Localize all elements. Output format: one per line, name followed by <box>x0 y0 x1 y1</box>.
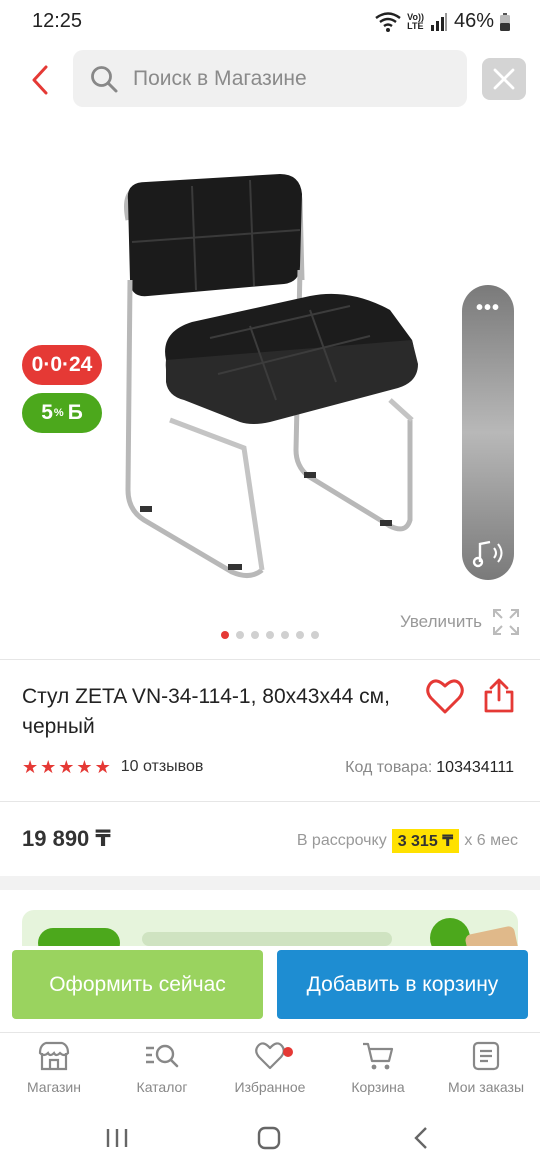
slide-dot[interactable] <box>296 631 304 639</box>
share-button[interactable] <box>482 678 520 718</box>
star-icon: ★ <box>76 757 93 777</box>
zoom-label: Увеличить <box>400 612 482 631</box>
action-bar: Оформить сейчас Добавить в корзину <box>0 946 540 1032</box>
catalog-search-icon <box>146 1044 179 1068</box>
recent-apps-icon <box>106 1129 128 1147</box>
lte-indicator: Vo)) LTE <box>407 11 424 31</box>
nav-label: Каталог <box>136 1079 188 1095</box>
cart-icon <box>363 1042 394 1070</box>
nav-label: Избранное <box>234 1079 306 1095</box>
sku-label: Код товара: <box>345 759 433 776</box>
sku: Код товара: 103434111 <box>345 759 514 777</box>
chevron-left-icon <box>32 65 48 95</box>
nav-label: Мои заказы <box>447 1079 525 1095</box>
nav-favorites[interactable]: Избранное <box>216 1041 324 1095</box>
bonus-badge-pct: % <box>53 407 64 419</box>
search-icon <box>91 65 118 92</box>
slide-dot-active[interactable] <box>221 631 229 639</box>
add-to-cart-button[interactable]: Добавить в корзину <box>277 950 528 1019</box>
product-gallery[interactable]: 0·0·24 5% Б ••• Увеличить <box>0 120 540 650</box>
heart-icon <box>255 1042 285 1070</box>
share-icon <box>484 678 514 713</box>
star-icon: ★ <box>94 757 111 777</box>
star-icon: ★ <box>58 757 75 777</box>
slide-dot[interactable] <box>311 631 319 639</box>
back-system-button[interactable] <box>404 1122 438 1154</box>
promo-text <box>142 932 392 946</box>
nav-cart[interactable]: Корзина <box>324 1041 432 1095</box>
slide-indicator <box>0 631 540 639</box>
music-sound-icon[interactable] <box>472 538 506 568</box>
installment-amount: 3 315 ₸ <box>391 829 460 853</box>
bonus-badge: 5% Б <box>22 393 102 433</box>
favorite-button[interactable] <box>425 678 467 720</box>
search-placeholder: Поиск в Магазине <box>133 66 307 90</box>
section-gap <box>0 876 540 890</box>
orders-icon <box>472 1041 500 1071</box>
reviews-link[interactable]: 10 отзывов <box>121 758 204 776</box>
bonus-badge-value: 5 <box>41 401 53 424</box>
system-navigation <box>0 1106 540 1170</box>
price-section: 19 890 ₸ В рассрочку 3 315 ₸ х 6 мес <box>0 802 540 876</box>
product-image-chair[interactable] <box>100 160 440 580</box>
slide-dot[interactable] <box>281 631 289 639</box>
close-button[interactable] <box>482 58 526 100</box>
notification-dot <box>283 1047 293 1057</box>
nav-orders[interactable]: Мои заказы <box>432 1041 540 1095</box>
status-bar: 12:25 Vo)) LTE 46% <box>0 0 540 42</box>
price: 19 890 ₸ <box>22 826 111 851</box>
status-icons: Vo)) LTE 46% <box>375 10 510 33</box>
home-button[interactable] <box>252 1122 286 1154</box>
installment-prefix: В рассрочку <box>296 832 387 849</box>
star-icon: ★ <box>22 757 39 777</box>
slide-dot[interactable] <box>266 631 274 639</box>
back-button[interactable] <box>22 60 58 100</box>
product-info: Стул ZETA VN-34-114-1, 80х43х44 см, черн… <box>0 660 540 802</box>
rating[interactable]: ★ ★ ★ ★ ★ 10 отзывов <box>22 758 203 776</box>
buy-now-button[interactable]: Оформить сейчас <box>12 950 263 1019</box>
status-time: 12:25 <box>32 10 83 32</box>
installment-info[interactable]: В рассрочку 3 315 ₸ х 6 мес <box>297 829 518 853</box>
star-icon: ★ <box>40 757 57 777</box>
product-title: Стул ZETA VN-34-114-1, 80х43х44 см, черн… <box>22 685 390 738</box>
back-arrow-icon <box>414 1127 427 1149</box>
bonus-badge-letter: Б <box>67 401 83 424</box>
battery-percent: 46% <box>453 10 494 32</box>
recent-apps-button[interactable] <box>100 1122 134 1154</box>
slide-dot[interactable] <box>251 631 259 639</box>
search-input[interactable]: Поиск в Магазине <box>73 50 467 107</box>
bottom-nav: Магазин Каталог Избранное Корзина Мои за… <box>0 1032 540 1106</box>
installment-suffix: х 6 мес <box>464 832 518 849</box>
shop-icon <box>38 1041 70 1071</box>
nav-label: Магазин <box>26 1079 81 1095</box>
slide-dot[interactable] <box>236 631 244 639</box>
nav-label: Корзина <box>351 1079 405 1095</box>
installment-badge: 0·0·24 <box>22 345 102 385</box>
nav-catalog[interactable]: Каталог <box>108 1041 216 1095</box>
sku-value: 103434111 <box>436 759 514 776</box>
home-icon <box>257 1126 281 1150</box>
wifi-icon <box>375 11 401 32</box>
heart-icon <box>426 679 464 714</box>
close-icon <box>493 68 515 90</box>
signal-icon <box>430 12 447 31</box>
nav-shop[interactable]: Магазин <box>0 1041 108 1095</box>
search-row: Поиск в Магазине <box>0 50 540 108</box>
floating-side-panel[interactable]: ••• <box>462 285 514 580</box>
more-dots-icon[interactable]: ••• <box>462 298 514 318</box>
battery-icon <box>500 12 510 31</box>
